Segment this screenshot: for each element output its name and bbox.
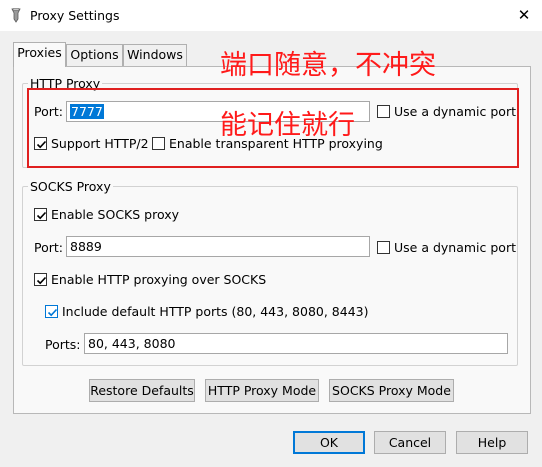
include-default-ports-checkbox[interactable] [45, 305, 58, 318]
window-title: Proxy Settings [30, 8, 120, 23]
check-icon [36, 211, 47, 220]
socks-proxy-mode-button[interactable]: SOCKS Proxy Mode [329, 379, 454, 402]
enable-socks-checkbox[interactable] [34, 208, 47, 221]
http-over-socks-label: Enable HTTP proxying over SOCKS [51, 272, 267, 287]
ok-button[interactable]: OK [293, 431, 365, 454]
close-button[interactable]: ✕ [506, 0, 542, 31]
include-default-ports-label: Include default HTTP ports (80, 443, 808… [62, 304, 369, 319]
tab-windows[interactable]: Windows [123, 44, 187, 66]
help-button[interactable]: Help [456, 431, 528, 454]
enable-socks-label: Enable SOCKS proxy [51, 207, 180, 222]
tab-options[interactable]: Options [66, 44, 123, 66]
tab-proxies[interactable]: Proxies [13, 42, 66, 67]
http-proxy-mode-button[interactable]: HTTP Proxy Mode [205, 379, 319, 402]
socks-proxy-group-title: SOCKS Proxy [28, 179, 113, 194]
ports-input[interactable]: 80, 443, 8080 [84, 333, 508, 354]
socks-dynamic-port-label: Use a dynamic port [394, 240, 516, 255]
restore-defaults-button[interactable]: Restore Defaults [89, 379, 195, 402]
ports-label: Ports: [45, 337, 81, 352]
cancel-button[interactable]: Cancel [374, 431, 446, 454]
socks-port-label: Port: [34, 240, 63, 255]
title-bar[interactable]: Proxy Settings ✕ [0, 0, 542, 31]
socks-port-input[interactable]: 8889 [66, 236, 370, 257]
annotation-text-line2: 能记住就行 [220, 110, 355, 141]
socks-dynamic-port-checkbox[interactable] [377, 241, 390, 254]
http-over-socks-checkbox[interactable] [34, 273, 47, 286]
close-icon: ✕ [517, 6, 531, 24]
annotation-text-line1: 端口随意，不冲突 [220, 50, 436, 81]
app-icon [10, 8, 22, 23]
check-icon [47, 308, 58, 317]
check-icon [36, 276, 47, 285]
